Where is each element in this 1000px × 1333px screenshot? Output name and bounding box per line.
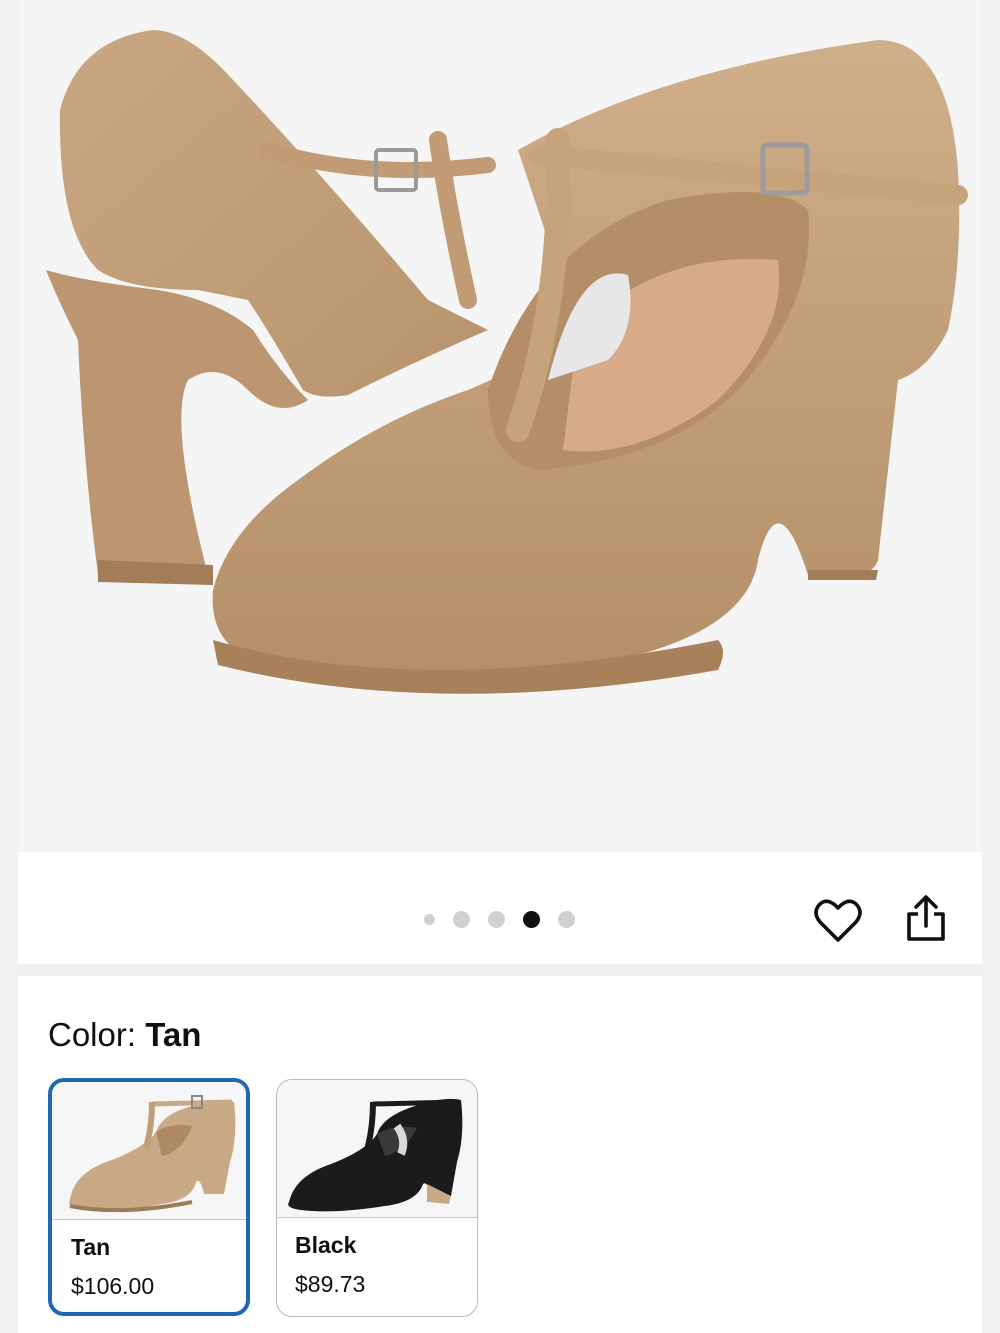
heart-outline-icon [814, 899, 862, 942]
color-option-tan[interactable]: Tan $106.00 [48, 1078, 250, 1316]
section-divider [18, 964, 982, 976]
carousel-controls [18, 852, 982, 964]
share-icon [907, 895, 945, 941]
carousel-dot[interactable] [488, 910, 505, 928]
favorite-button[interactable] [814, 898, 862, 944]
color-label: Color: Tan [48, 1016, 201, 1054]
carousel-dot[interactable] [453, 910, 470, 928]
shoe-illustration [46, 30, 968, 694]
tan-shoe-thumbnail [69, 1095, 236, 1213]
carousel-dot[interactable] [558, 910, 575, 928]
swatch-thumbnail [277, 1080, 477, 1218]
color-option-name: Black [295, 1232, 357, 1258]
share-button[interactable] [902, 894, 950, 944]
color-option-price: $106.00 [71, 1273, 155, 1299]
carousel-dots[interactable] [424, 909, 593, 929]
product-image[interactable] [18, 0, 982, 852]
carousel-dot-active[interactable] [523, 910, 540, 928]
carousel-dot[interactable] [424, 913, 435, 925]
selected-color-name: Tan [145, 1016, 202, 1053]
color-option-price: $89.73 [295, 1271, 366, 1297]
black-shoe-thumbnail [288, 1098, 463, 1212]
color-option-black[interactable]: Black $89.73 [276, 1079, 478, 1317]
left-edge [0, 0, 18, 1333]
right-edge [982, 0, 1000, 1333]
color-option-name: Tan [71, 1234, 111, 1260]
swatch-thumbnail [52, 1082, 246, 1220]
color-label-prefix: Color: [48, 1016, 146, 1053]
